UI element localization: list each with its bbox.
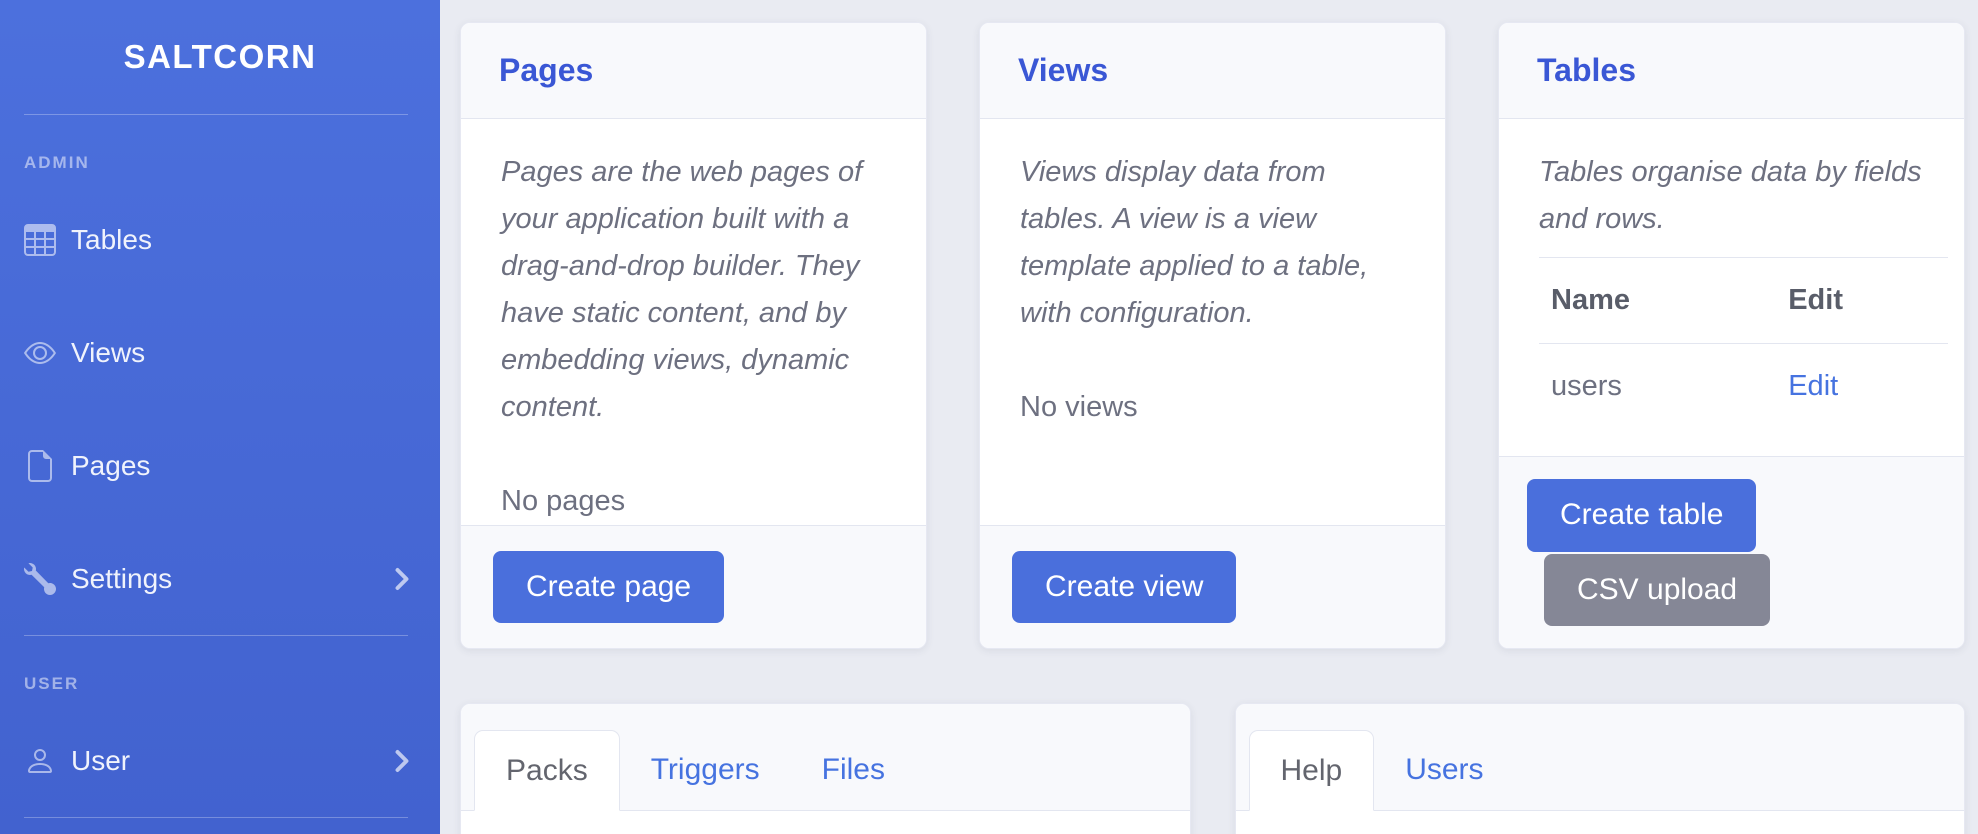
pages-card-body: Pages are the web pages of your applicat… xyxy=(461,119,926,525)
create-table-button[interactable]: Create table xyxy=(1527,479,1756,552)
sidebar-divider xyxy=(24,635,408,636)
help-card: Help Users xyxy=(1235,703,1966,834)
tables-card-title: Tables xyxy=(1499,23,1964,119)
sidebar-item-label: Tables xyxy=(71,224,152,256)
tables-card-body: Tables organise data by fields and rows.… xyxy=(1499,119,1964,456)
sidebar-section-admin-label: ADMIN xyxy=(24,153,416,173)
tables-card: Tables Tables organise data by fields an… xyxy=(1498,22,1965,649)
tables-list: Name Edit users Edit xyxy=(1539,257,1948,429)
column-header-name: Name xyxy=(1539,257,1776,343)
sidebar-item-label: Settings xyxy=(71,563,172,595)
person-icon xyxy=(24,745,56,777)
bottom-cards-row: Packs Triggers Files Help Users xyxy=(460,703,1965,834)
help-card-tabbar: Help Users xyxy=(1236,704,1965,811)
sidebar-divider xyxy=(24,817,408,818)
sidebar-item-tables[interactable]: Tables xyxy=(0,183,440,296)
views-empty-text: No views xyxy=(1020,384,1405,431)
views-card-footer: Create view xyxy=(980,525,1445,649)
chevron-right-icon xyxy=(390,567,414,591)
sidebar-item-label: Pages xyxy=(71,450,150,482)
chevron-right-icon xyxy=(390,749,414,773)
packs-tab-content xyxy=(461,811,1190,834)
sidebar-item-pages[interactable]: Pages xyxy=(0,409,440,522)
views-description: Views display data from tables. A view i… xyxy=(1020,149,1405,337)
table-row: users Edit xyxy=(1539,343,1948,428)
entity-cards-row: Pages Pages are the web pages of your ap… xyxy=(460,22,1965,649)
tab-users[interactable]: Users xyxy=(1374,730,1514,811)
help-tab-content xyxy=(1236,811,1965,834)
eye-icon xyxy=(24,337,56,369)
main-content: Pages Pages are the web pages of your ap… xyxy=(440,0,1978,834)
sidebar-item-label: User xyxy=(71,745,130,777)
app-logo[interactable]: SALTCORN xyxy=(0,0,440,114)
sidebar-item-user[interactable]: User xyxy=(0,704,440,817)
views-card-body: Views display data from tables. A view i… xyxy=(980,119,1445,525)
views-card-title: Views xyxy=(980,23,1445,119)
wrench-icon xyxy=(24,563,56,595)
sidebar-item-views[interactable]: Views xyxy=(0,296,440,409)
csv-upload-button[interactable]: CSV upload xyxy=(1544,554,1770,627)
table-icon xyxy=(24,224,56,256)
tables-list-header-row: Name Edit xyxy=(1539,257,1948,343)
create-page-button[interactable]: Create page xyxy=(493,551,724,624)
tab-triggers[interactable]: Triggers xyxy=(620,730,791,811)
tab-files[interactable]: Files xyxy=(791,730,916,811)
packs-card-tabbar: Packs Triggers Files xyxy=(461,704,1190,811)
sidebar-item-label: Views xyxy=(71,337,145,369)
sidebar-item-settings[interactable]: Settings xyxy=(0,522,440,635)
tables-description: Tables organise data by fields and rows. xyxy=(1539,149,1948,243)
pages-empty-text: No pages xyxy=(501,478,886,525)
pages-card-title: Pages xyxy=(461,23,926,119)
pages-description: Pages are the web pages of your applicat… xyxy=(501,149,886,431)
tables-card-footer: Create table CSV upload xyxy=(1499,456,1964,648)
pages-card: Pages Pages are the web pages of your ap… xyxy=(460,22,927,649)
sidebar-divider xyxy=(24,114,408,115)
create-view-button[interactable]: Create view xyxy=(1012,551,1236,624)
table-name-cell: users xyxy=(1539,343,1776,428)
sidebar-section-user-label: USER xyxy=(24,674,416,694)
edit-link[interactable]: Edit xyxy=(1788,370,1838,402)
pages-card-footer: Create page xyxy=(461,525,926,649)
tab-packs[interactable]: Packs xyxy=(474,730,620,811)
packs-card: Packs Triggers Files xyxy=(460,703,1191,834)
tab-help[interactable]: Help xyxy=(1249,730,1375,811)
file-icon xyxy=(24,450,56,482)
sidebar: SALTCORN ADMIN Tables Views Pages Settin… xyxy=(0,0,440,834)
views-card: Views Views display data from tables. A … xyxy=(979,22,1446,649)
column-header-edit: Edit xyxy=(1776,257,1948,343)
